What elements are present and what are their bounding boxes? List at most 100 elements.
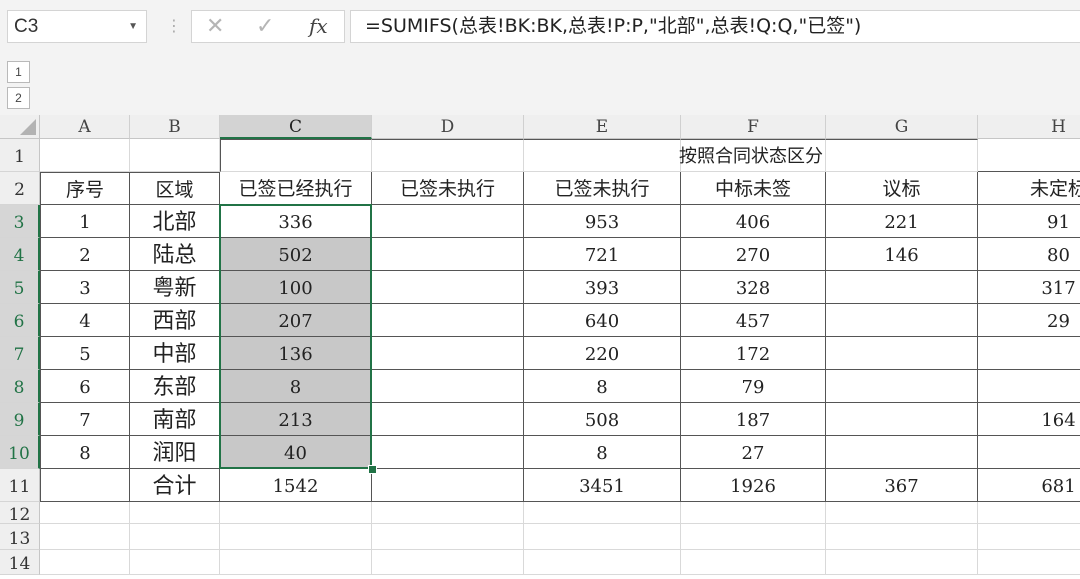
outline-level-1-button[interactable]: 1: [7, 61, 30, 83]
cell-c13[interactable]: [220, 524, 372, 550]
cell-e11[interactable]: 3451: [524, 469, 681, 502]
cell-c6[interactable]: 207: [220, 304, 372, 337]
column-header-a[interactable]: A: [40, 115, 130, 139]
cell-g10[interactable]: [826, 436, 978, 469]
enter-icon[interactable]: ✓: [256, 11, 274, 42]
row-header-2[interactable]: 2: [0, 172, 40, 205]
cell-b9[interactable]: 南部: [130, 403, 220, 436]
row-header-6[interactable]: 6: [0, 304, 40, 337]
row-header-14[interactable]: 14: [0, 550, 40, 575]
cell-e4[interactable]: 721: [524, 238, 681, 271]
cell-e3[interactable]: 953: [524, 205, 681, 238]
cell-d10[interactable]: [372, 436, 524, 469]
cell-h11[interactable]: 681: [978, 469, 1080, 502]
cell-g13[interactable]: [826, 524, 978, 550]
formula-input[interactable]: =SUMIFS(总表!BK:BK,总表!P:P,"北部",总表!Q:Q,"已签"…: [350, 10, 1080, 43]
cell-a14[interactable]: [40, 550, 130, 575]
cell-a2[interactable]: 序号: [40, 172, 130, 205]
cell-f14[interactable]: [681, 550, 826, 575]
cell-a5[interactable]: 3: [40, 271, 130, 304]
column-header-f[interactable]: F: [681, 115, 826, 139]
cell-h2[interactable]: 未定标: [978, 172, 1080, 205]
cell-a8[interactable]: 6: [40, 370, 130, 403]
cell-c12[interactable]: [220, 502, 372, 524]
cell-a7[interactable]: 5: [40, 337, 130, 370]
row-header-8[interactable]: 8: [0, 370, 40, 403]
name-box[interactable]: C3 ▼: [7, 10, 147, 43]
cell-b11[interactable]: 合计: [130, 469, 220, 502]
cell-g3[interactable]: 221: [826, 205, 978, 238]
cell-h5[interactable]: 317: [978, 271, 1080, 304]
cell-h12[interactable]: [978, 502, 1080, 524]
cell-h3[interactable]: 91: [978, 205, 1080, 238]
insert-function-icon[interactable]: fx: [309, 11, 328, 42]
cell-h14[interactable]: [978, 550, 1080, 575]
cell-a4[interactable]: 2: [40, 238, 130, 271]
cell-d6[interactable]: [372, 304, 524, 337]
cell-c2[interactable]: 已签已经执行: [220, 172, 372, 205]
row-header-9[interactable]: 9: [0, 403, 40, 436]
cell-h7[interactable]: [978, 337, 1080, 370]
row-header-3[interactable]: 3: [0, 205, 40, 238]
cell-a3[interactable]: 1: [40, 205, 130, 238]
cell-h1[interactable]: [978, 139, 1080, 172]
cell-d8[interactable]: [372, 370, 524, 403]
cell-g5[interactable]: [826, 271, 978, 304]
cell-h13[interactable]: [978, 524, 1080, 550]
cell-f9[interactable]: 187: [681, 403, 826, 436]
fill-handle[interactable]: [368, 465, 377, 474]
cell-e6[interactable]: 640: [524, 304, 681, 337]
cell-c4[interactable]: 502: [220, 238, 372, 271]
cell-d14[interactable]: [372, 550, 524, 575]
cell-a9[interactable]: 7: [40, 403, 130, 436]
cell-c1[interactable]: [220, 139, 372, 172]
cell-f3[interactable]: 406: [681, 205, 826, 238]
column-header-c[interactable]: C: [220, 115, 372, 139]
cell-a1[interactable]: [40, 139, 130, 172]
column-header-e[interactable]: E: [524, 115, 681, 139]
cell-e12[interactable]: [524, 502, 681, 524]
cell-d4[interactable]: [372, 238, 524, 271]
cell-f2[interactable]: 中标未签: [681, 172, 826, 205]
cell-f5[interactable]: 328: [681, 271, 826, 304]
cell-e2[interactable]: 已签未执行: [524, 172, 681, 205]
row-header-5[interactable]: 5: [0, 271, 40, 304]
cell-e14[interactable]: [524, 550, 681, 575]
cell-e8[interactable]: 8: [524, 370, 681, 403]
cell-d11[interactable]: [372, 469, 524, 502]
row-header-1[interactable]: 1: [0, 139, 40, 172]
cell-g7[interactable]: [826, 337, 978, 370]
cell-f6[interactable]: 457: [681, 304, 826, 337]
row-header-4[interactable]: 4: [0, 238, 40, 271]
column-header-h[interactable]: H: [978, 115, 1080, 139]
cell-h8[interactable]: [978, 370, 1080, 403]
cell-g8[interactable]: [826, 370, 978, 403]
cell-e5[interactable]: 393: [524, 271, 681, 304]
cell-c5[interactable]: 100: [220, 271, 372, 304]
cell-b5[interactable]: 粤新: [130, 271, 220, 304]
cell-d12[interactable]: [372, 502, 524, 524]
cell-g4[interactable]: 146: [826, 238, 978, 271]
cell-a13[interactable]: [40, 524, 130, 550]
cell-h4[interactable]: 80: [978, 238, 1080, 271]
cell-d2[interactable]: 已签未执行: [372, 172, 524, 205]
cell-d3[interactable]: [372, 205, 524, 238]
cell-b2[interactable]: 区域: [130, 172, 220, 205]
cell-b12[interactable]: [130, 502, 220, 524]
column-header-g[interactable]: G: [826, 115, 978, 139]
cell-h9[interactable]: 164: [978, 403, 1080, 436]
cell-c11[interactable]: 1542: [220, 469, 372, 502]
cell-f8[interactable]: 79: [681, 370, 826, 403]
row-header-7[interactable]: 7: [0, 337, 40, 370]
cell-g6[interactable]: [826, 304, 978, 337]
cell-d9[interactable]: [372, 403, 524, 436]
cell-f4[interactable]: 270: [681, 238, 826, 271]
cell-e10[interactable]: 8: [524, 436, 681, 469]
cell-d5[interactable]: [372, 271, 524, 304]
cell-b7[interactable]: 中部: [130, 337, 220, 370]
cell-e9[interactable]: 508: [524, 403, 681, 436]
outline-level-2-button[interactable]: 2: [7, 87, 30, 109]
cell-b4[interactable]: 陆总: [130, 238, 220, 271]
column-header-b[interactable]: B: [130, 115, 220, 139]
row-header-13[interactable]: 13: [0, 524, 40, 550]
